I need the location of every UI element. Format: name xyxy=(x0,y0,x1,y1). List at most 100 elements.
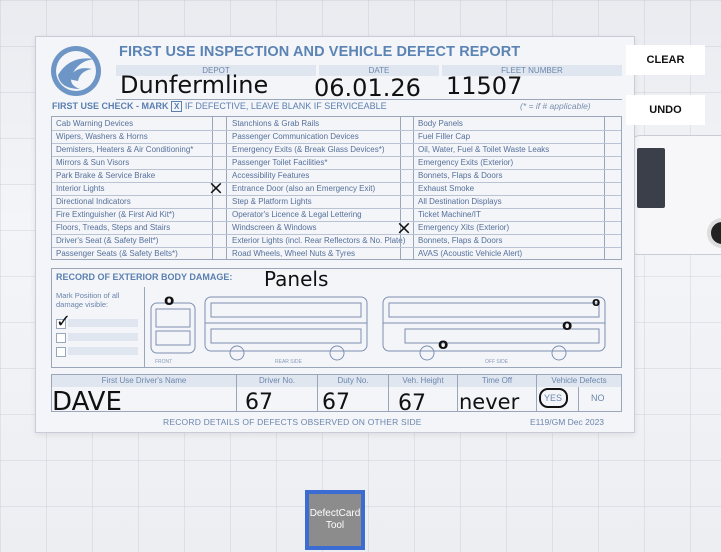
checklist-item[interactable]: Driver's Seat (& Safety Belt*) xyxy=(52,234,212,247)
checklist-item[interactable]: All Destination Displays xyxy=(414,195,604,208)
undo-button[interactable]: UNDO xyxy=(626,95,705,125)
checklist-item[interactable]: Floors, Treads, Steps and Stairs xyxy=(52,221,212,234)
checklist-item[interactable]: Passenger Communication Devices xyxy=(228,130,400,143)
row-divider xyxy=(52,195,621,196)
checklist-item[interactable]: Emergency Exits (Exterior) xyxy=(414,156,604,169)
row-divider xyxy=(52,221,621,222)
checklist-item[interactable]: Ticket Machine/IT xyxy=(414,208,604,221)
checklist-item[interactable]: Emergency Exits (& Break Glass Devices*) xyxy=(228,143,400,156)
x-mark-emergency-exits: × xyxy=(396,217,412,239)
row-divider xyxy=(52,143,621,144)
front-view-label: FRONT xyxy=(155,359,173,365)
driver-no-header: Driver No. xyxy=(237,375,317,387)
hotbar-slot-selected[interactable]: DefectCard Tool xyxy=(305,490,365,550)
check-title-part-a: FIRST USE CHECK - MARK xyxy=(52,101,169,111)
checklist-item[interactable]: Passenger Toilet Facilities* xyxy=(228,156,400,169)
applicable-note: (* = if # applicable) xyxy=(520,101,591,111)
damage-bar-3 xyxy=(68,347,138,355)
table-divider xyxy=(457,375,458,411)
checklist-item[interactable]: Mirrors & Sun Visors xyxy=(52,156,212,169)
row-divider xyxy=(52,247,621,248)
off-side-view-label: OFF SIDE xyxy=(485,359,509,365)
row-divider xyxy=(52,169,621,170)
duty-no-header: Duty No. xyxy=(318,375,388,387)
checklist-item[interactable]: Entrance Door (also an Emergency Exit) xyxy=(228,182,400,195)
rear-side-view-label: REAR SIDE xyxy=(275,359,302,365)
defect-card-tool[interactable]: DefectCard Tool xyxy=(309,494,361,546)
handwritten-date: 06.01.26 xyxy=(314,74,421,102)
table-divider xyxy=(578,387,579,411)
damage-checkbox-3[interactable] xyxy=(56,347,66,357)
checklist-item[interactable]: Exterior Lights (incl. Rear Reflectors &… xyxy=(228,234,405,247)
checklist-item[interactable]: Exhaust Smoke xyxy=(414,182,604,195)
damage-checkbox-2[interactable] xyxy=(56,333,66,343)
column-divider xyxy=(413,117,414,259)
handwritten-depot: Dunfermline xyxy=(120,71,269,99)
checklist-item[interactable]: Passenger Seats (& Safety Belts*) xyxy=(52,247,212,260)
checklist-item[interactable]: Cab Warning Devices xyxy=(52,117,212,130)
damage-title: RECORD OF EXTERIOR BODY DAMAGE: xyxy=(56,272,233,282)
veh-height-header: Veh. Height xyxy=(389,375,457,387)
checklist-item[interactable]: Operator's Licence & Legal Lettering xyxy=(228,208,400,221)
checklist-column-2: Stanchions & Grab Rails Passenger Communi… xyxy=(228,117,405,260)
vehicle-defects-header: Vehicle Defects xyxy=(537,375,621,387)
handwritten-duty-no: 67 xyxy=(322,390,350,415)
checklist-item[interactable]: Body Panels xyxy=(414,117,604,130)
checklist-column-3-checkbox-strip[interactable] xyxy=(604,117,617,259)
handwritten-driver-name: DAVE xyxy=(52,387,122,417)
checklist-item[interactable]: Windscreen & Windows xyxy=(228,221,400,234)
checklist-item[interactable]: Directional Indicators xyxy=(52,195,212,208)
driver-name-header: First Use Driver's Name xyxy=(52,375,236,387)
damage-dot-off-side: o xyxy=(438,335,449,353)
table-divider xyxy=(536,375,537,411)
report-title: FIRST USE INSPECTION AND VEHICLE DEFECT … xyxy=(119,44,521,60)
table-divider xyxy=(236,375,237,411)
checklist-item[interactable]: Park Brake & Service Brake xyxy=(52,169,212,182)
checklist-item[interactable]: Fuel Filler Cap xyxy=(414,130,604,143)
checklist-item[interactable]: Accessibility Features xyxy=(228,169,400,182)
bus-diagram-area[interactable]: FRONT REAR SIDE OFF SIDE xyxy=(144,287,621,367)
handwritten-fleet-number: 11507 xyxy=(446,72,523,100)
row-divider xyxy=(52,130,621,131)
checklist-column-3: Body Panels Fuel Filler Cap Oil, Water, Fu… xyxy=(414,117,604,259)
bus-window xyxy=(637,148,665,208)
checklist-item[interactable]: Road Wheels, Wheel Nuts & Tyres xyxy=(228,247,400,260)
row-divider xyxy=(52,234,621,235)
checklist-item[interactable]: Fire Extinguisher (& First Aid Kit*) xyxy=(52,208,212,221)
exterior-damage-section: RECORD OF EXTERIOR BODY DAMAGE: Mark Pos… xyxy=(51,268,622,368)
damage-mark-roof: o xyxy=(592,295,601,309)
handwritten-time-off: never xyxy=(459,390,520,414)
circled-yes-mark xyxy=(539,388,568,408)
checklist-item[interactable]: Interior Lights xyxy=(52,182,212,195)
checklist-item[interactable]: Demisters, Heaters & Air Conditioning* xyxy=(52,143,212,156)
defects-no-option[interactable]: NO xyxy=(591,393,605,403)
handwritten-veh-height: 67 xyxy=(398,391,426,416)
check-title-part-b: IF DEFECTIVE, LEAVE BLANK IF SERVICEABLE xyxy=(184,101,387,111)
checklist-item[interactable]: Oil, Water, Fuel & Toilet Waste Leaks xyxy=(414,143,604,156)
checklist-column-1: Cab Warning Devices Wipers, Washers & Hor… xyxy=(52,117,212,259)
form-code: E119/GM Dec 2023 xyxy=(530,417,605,427)
bus-wheel xyxy=(707,218,721,248)
checklist-item[interactable]: AVAS (Acoustic Vehicle Alert) xyxy=(414,247,604,260)
damage-mark-instructions: Mark Position of all damage visible: xyxy=(56,291,120,309)
company-logo-icon xyxy=(51,46,101,96)
row-divider xyxy=(52,156,621,157)
table-divider xyxy=(317,375,318,411)
defect-card[interactable]: FIRST USE INSPECTION AND VEHICLE DEFECT … xyxy=(35,36,635,433)
damage-bar-2 xyxy=(68,333,138,341)
check-title-x-box: X xyxy=(171,101,183,112)
checklist-item[interactable]: Step & Platform Lights xyxy=(228,195,400,208)
tick-mark-damage: ✓ xyxy=(56,311,72,332)
checklist-item[interactable]: Bonnets, Flaps & Doors xyxy=(414,169,604,182)
time-off-header: Time Off xyxy=(458,375,536,387)
checklist-item[interactable]: Wipers, Washers & Horns xyxy=(52,130,212,143)
x-mark-entrance-door: × xyxy=(208,177,224,199)
bottom-note: RECORD DETAILS OF DEFECTS OBSERVED ON OT… xyxy=(163,417,422,427)
clear-button[interactable]: CLEAR xyxy=(626,45,705,75)
first-use-check-title: FIRST USE CHECK - MARK X IF DEFECTIVE, L… xyxy=(52,101,387,112)
checklist-item[interactable]: Emergency Xits (Exterior) xyxy=(414,221,604,234)
column-divider xyxy=(226,117,227,259)
row-divider xyxy=(52,182,621,183)
checklist-item[interactable]: Stanchions & Grab Rails xyxy=(228,117,400,130)
checklist-item[interactable]: Bonnets, Flaps & Doors xyxy=(414,234,604,247)
